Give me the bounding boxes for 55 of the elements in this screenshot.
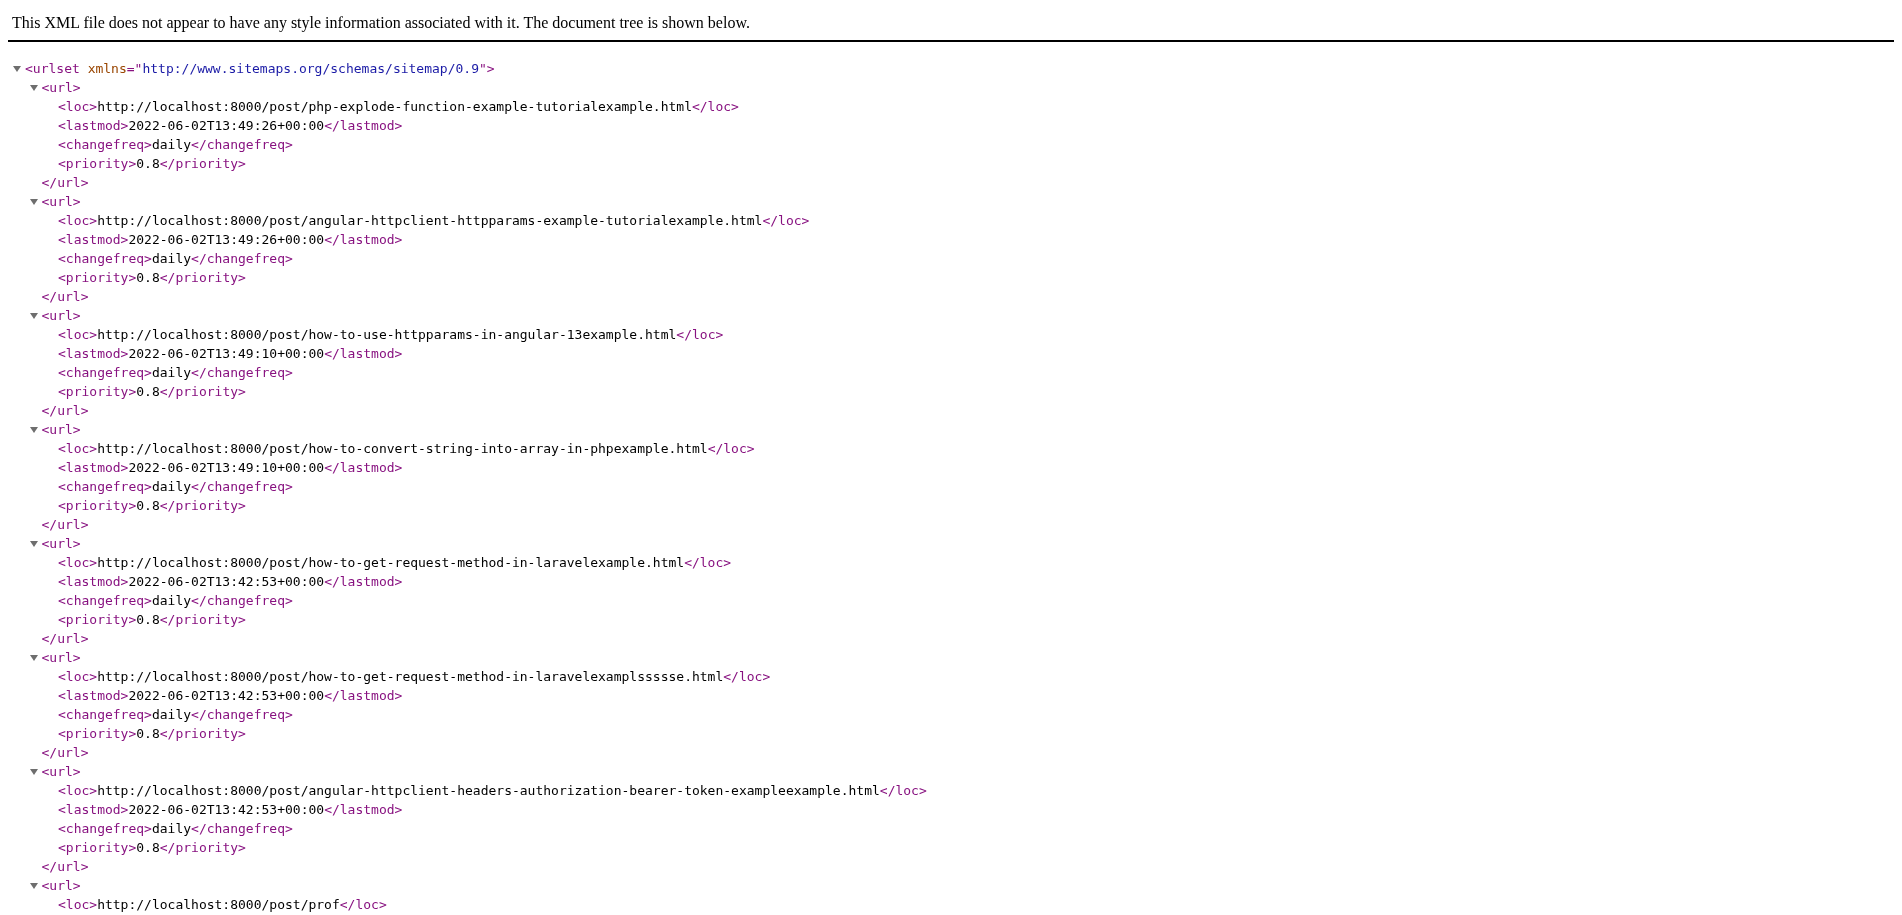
- xml-line: <loc>http://localhost:8000/post/prof</loc>: [58, 896, 387, 914]
- xml-line: <priority>0.8</priority>: [58, 611, 246, 629]
- xml-line: <priority>0.8</priority>: [58, 497, 246, 515]
- xml-line: <loc>http://localhost:8000/post/how-to-use-httpparams-in-angular-13example.html</loc>: [58, 326, 724, 344]
- xml-line: <loc>http://localhost:8000/post/angular-httpclient-headers-authorization-bearer-token-exampleexample.html</loc>: [58, 782, 927, 800]
- xml-line: <loc>http://localhost:8000/post/how-to-get-request-method-in-laravelexamplssssse.html</loc>: [58, 668, 771, 686]
- triangle-icon[interactable]: [13, 64, 21, 73]
- xml-line: <url>: [41, 649, 81, 667]
- xml-line: <url>: [41, 763, 81, 781]
- xml-line: <url>: [41, 421, 81, 439]
- triangle-icon[interactable]: [29, 311, 38, 320]
- xml-line: <lastmod>2022-06-02T13:42:53+00:00</lastmod>: [58, 573, 403, 591]
- triangle-icon[interactable]: [29, 767, 38, 776]
- xml-line: <url>: [41, 79, 81, 97]
- xml-line: <changefreq>daily</changefreq>: [58, 250, 293, 268]
- triangle-icon[interactable]: [29, 881, 38, 890]
- xml-line: <priority>0.8</priority>: [58, 155, 246, 173]
- xml-line: <changefreq>daily</changefreq>: [58, 592, 293, 610]
- triangle-icon[interactable]: [29, 197, 38, 206]
- triangle-icon[interactable]: [29, 539, 38, 548]
- xml-line: <url>: [41, 193, 81, 211]
- xml-line: <priority>0.8</priority>: [58, 269, 246, 287]
- xml-line: </url>: [41, 630, 89, 648]
- xml-line: <loc>http://localhost:8000/post/angular-httpclient-httpparams-example-tutorialexample.html</loc>: [58, 212, 810, 230]
- xml-line: </url>: [41, 174, 89, 192]
- xml-line: </url>: [41, 858, 89, 876]
- xml-line: </url>: [41, 288, 89, 306]
- xml-line: <url>: [41, 535, 81, 553]
- xml-line: <url>: [41, 877, 81, 895]
- xml-line: <changefreq>daily</changefreq>: [58, 364, 293, 382]
- xml-line: </url>: [41, 402, 89, 420]
- xml-line: <lastmod>2022-06-02T13:49:10+00:00</lastmod>: [58, 345, 403, 363]
- triangle-icon[interactable]: [29, 83, 38, 92]
- xml-line: <urlset xmlns="http://www.sitemaps.org/schemas/sitemap/0.9">: [25, 60, 495, 78]
- triangle-icon[interactable]: [29, 425, 38, 434]
- xml-line: <lastmod>2022-06-02T13:42:53+00:00</lastmod>: [58, 687, 403, 705]
- xml-line: <priority>0.8</priority>: [58, 383, 246, 401]
- xml-line: <loc>http://localhost:8000/post/how-to-get-request-method-in-laravelexample.html</loc>: [58, 554, 732, 572]
- xml-line: <lastmod>2022-06-02T13:42:53+00:00</lastmod>: [58, 801, 403, 819]
- xml-line: <changefreq>daily</changefreq>: [58, 820, 293, 838]
- xml-line: <lastmod>2022-06-02T13:49:10+00:00</lastmod>: [58, 459, 403, 477]
- xml-line: <lastmod>2022-06-02T13:49:26+00:00</lastmod>: [58, 231, 403, 249]
- info-message: This XML file does not appear to have any style information associated with it. The document tree is shown below.: [12, 14, 750, 31]
- xml-line: <priority>0.8</priority>: [58, 725, 246, 743]
- xml-line: <changefreq>daily</changefreq>: [58, 136, 293, 154]
- xml-line: <changefreq>daily</changefreq>: [58, 478, 293, 496]
- xml-line: <changefreq>daily</changefreq>: [58, 706, 293, 724]
- xml-line: <priority>0.8</priority>: [58, 839, 246, 857]
- xml-line: <url>: [41, 307, 81, 325]
- triangle-icon[interactable]: [29, 653, 38, 662]
- xml-line: <lastmod>2022-06-02T13:49:26+00:00</lastmod>: [58, 117, 403, 135]
- xml-line: </url>: [41, 744, 89, 762]
- xml-line: <loc>http://localhost:8000/post/how-to-convert-string-into-array-in-phpexample.html</loc>: [58, 440, 755, 458]
- xml-line: <loc>http://localhost:8000/post/php-explode-function-example-tutorialexample.html</loc>: [58, 98, 739, 116]
- xml-line: </url>: [41, 516, 89, 534]
